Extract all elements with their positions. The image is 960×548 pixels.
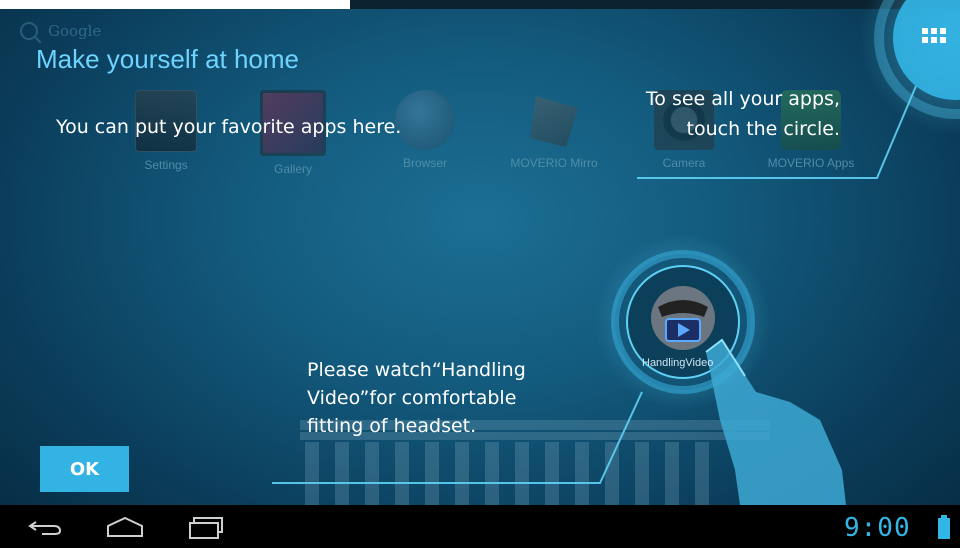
handling-video-app[interactable]: HandlingVideo: [642, 285, 716, 375]
navigation-bar: 9:00: [0, 505, 960, 548]
handling-video-label: HandlingVideo: [642, 357, 714, 369]
app-label: Gallery: [273, 162, 312, 176]
search-icon[interactable]: [20, 22, 38, 40]
all-apps-hint-line: touch the circle.: [686, 118, 840, 140]
home-screen: Google Settings Gallery Browser MOVERIO …: [0, 0, 960, 548]
recent-apps-icon[interactable]: [188, 517, 224, 539]
favorites-hint: You can put your favorite apps here.: [56, 116, 402, 138]
battery-icon: [938, 515, 950, 539]
video-hint: Please watch“Handling Video”for comforta…: [307, 356, 526, 440]
video-hint-line: Please watch“Handling: [307, 359, 526, 381]
app-label: MOVERIO Apps: [767, 156, 855, 170]
overlay-title: Make yourself at home: [36, 44, 300, 74]
video-hint-line: Video”for comfortable: [307, 387, 517, 409]
all-apps-hint: To see all your apps, touch the circle.: [636, 84, 840, 144]
back-icon[interactable]: [28, 519, 62, 535]
app-label: Camera: [662, 156, 706, 170]
home-icon[interactable]: [106, 517, 144, 537]
handling-video-icon: [651, 286, 715, 350]
all-apps-grid-icon[interactable]: [922, 28, 948, 46]
moverio-mirror-icon: [530, 96, 578, 147]
ok-button[interactable]: OK: [40, 446, 129, 492]
app-label: Settings: [144, 158, 188, 172]
app-label: Browser: [402, 156, 447, 170]
wallpaper-art: [272, 0, 960, 505]
google-search-label[interactable]: Google: [48, 22, 101, 40]
video-hint-line: fitting of headset.: [307, 415, 477, 437]
app-label: MOVERIO Mirro: [510, 156, 598, 170]
browser-icon: [395, 90, 455, 150]
clock: 9:00: [844, 513, 911, 543]
all-apps-hint-line: To see all your apps,: [645, 88, 840, 110]
app-moverio-mirror[interactable]: MOVERIO Mirro: [494, 90, 614, 170]
